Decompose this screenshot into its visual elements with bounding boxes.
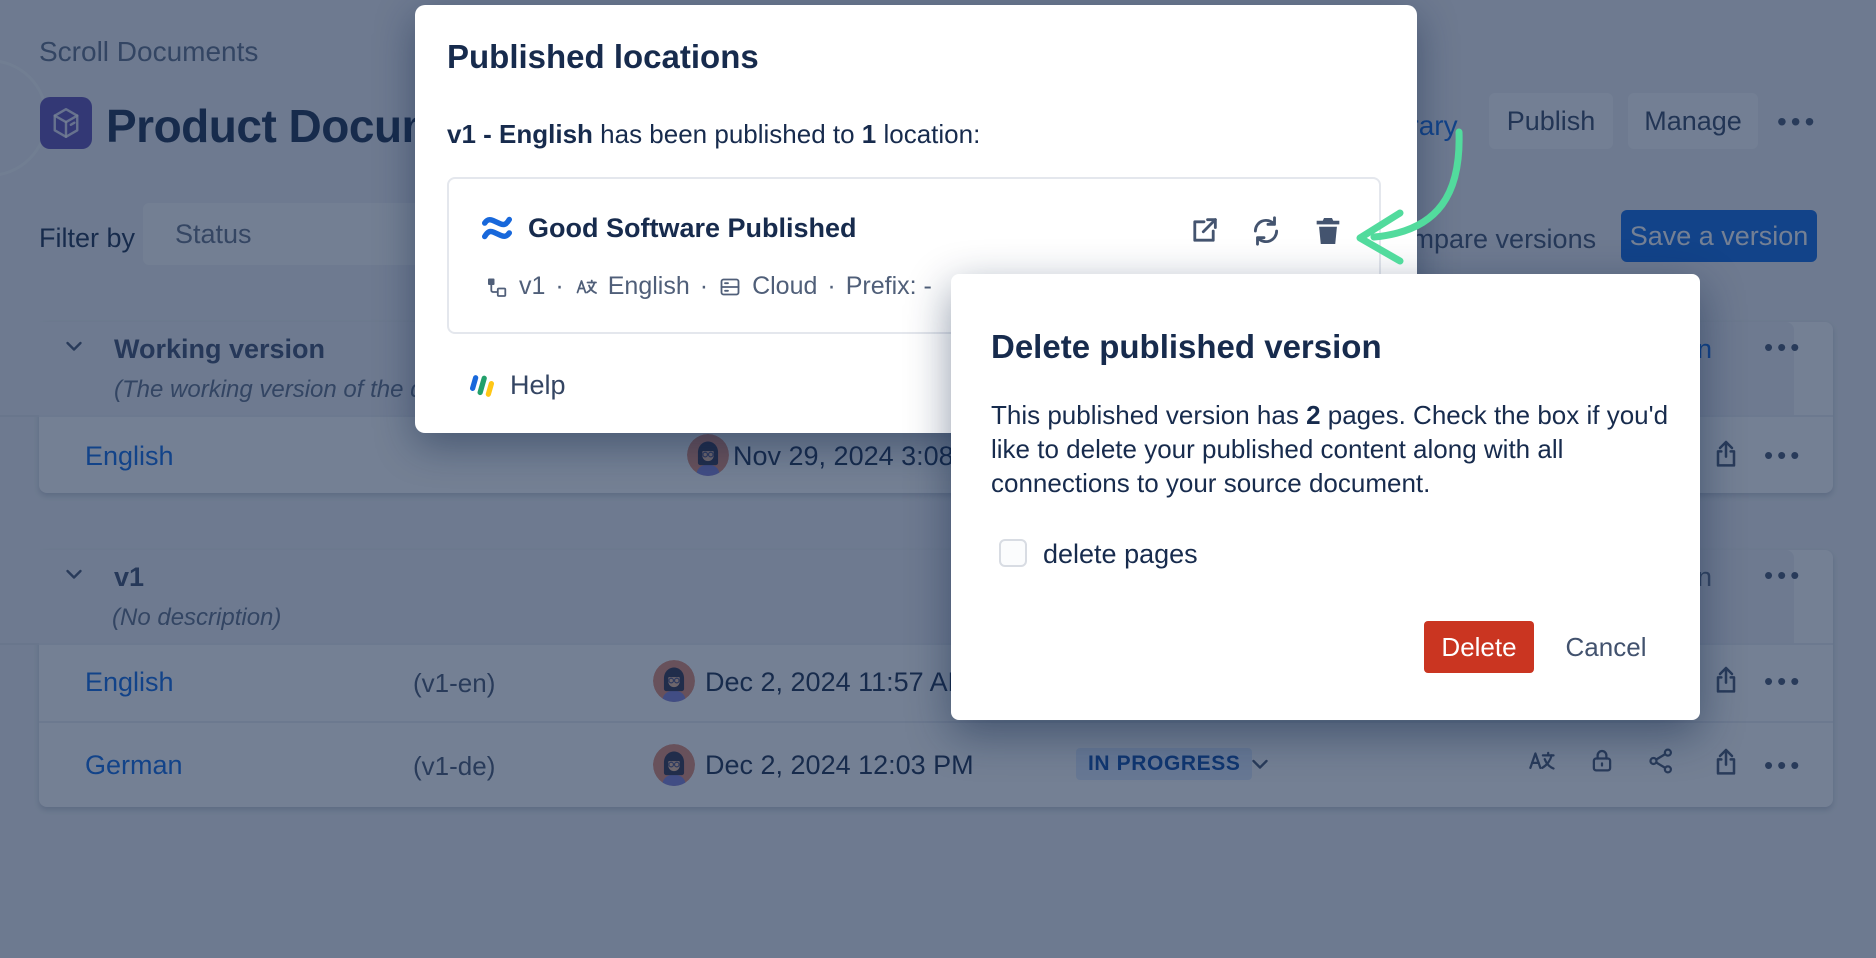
scroll-documents-screen: Scroll Documents Product Documentation L…: [0, 0, 1876, 958]
delete-published-version-dialog: [951, 274, 1700, 720]
